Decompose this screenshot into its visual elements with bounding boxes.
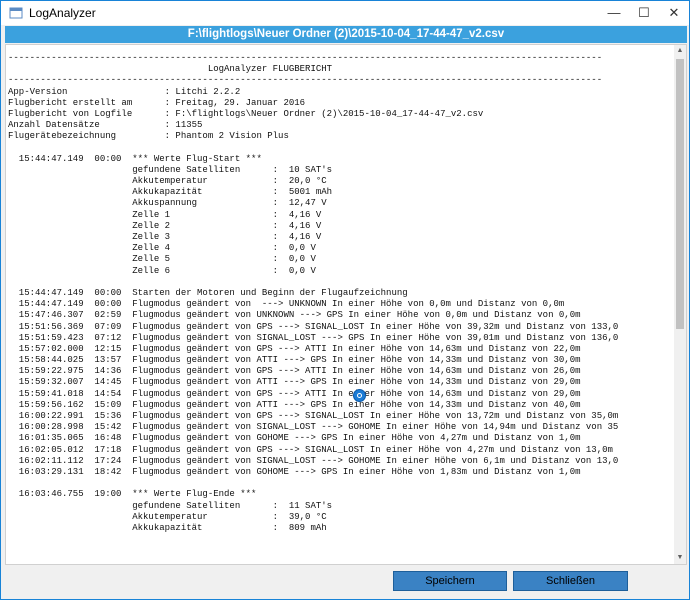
close-window-button[interactable]: ✕ [659, 1, 689, 25]
report-line: 15:44:47.149 00:00 *** Werte Flug-Start … [8, 153, 262, 164]
report-content: ----------------------------------------… [8, 53, 674, 534]
loganalyzer-window: LogAnalyzer — ☐ ✕ F:\flightlogs\Neuer Or… [0, 0, 690, 600]
file-path-header: F:\flightlogs\Neuer Ordner (2)\2015-10-0… [5, 26, 687, 43]
report-line: 15:59:56.162 15:09 Flugmodus geändert vo… [8, 399, 581, 410]
report-line: 16:03:46.755 19:00 *** Werte Flug-Ende *… [8, 489, 257, 500]
report-line: Akkukapazität : 809 mAh [8, 522, 327, 533]
report-line: Zelle 3 : 4,16 V [8, 232, 322, 242]
close-button[interactable]: Schließen [513, 571, 628, 591]
maximize-button[interactable]: ☐ [629, 1, 659, 25]
report-line [8, 277, 674, 288]
report-line: 16:01:35.065 16:48 Flugmodus geändert vo… [8, 433, 581, 444]
report-line: Flugerätebezeichnung : Phantom 2 Vision … [8, 131, 289, 142]
report-line: gefundene Satelliten : 10 SAT's [8, 164, 333, 175]
report-line: Akkuspannung : 12,47 V [8, 198, 327, 209]
report-line: Flugbericht erstellt am : Freitag, 29. J… [8, 97, 306, 108]
report-line [8, 143, 674, 154]
title-bar[interactable]: LogAnalyzer — ☐ ✕ [1, 1, 689, 25]
report-line: 16:02:05.012 17:18 Flugmodus geändert vo… [8, 444, 613, 455]
mouse-cursor-icon [353, 389, 366, 402]
report-line: 15:47:46.307 02:59 Flugmodus geändert vo… [8, 310, 581, 321]
report-line: 15:44:47.149 00:00 Starten der Motoren u… [8, 287, 408, 298]
report-line: Anzahl Datensätze : 11355 [8, 120, 203, 131]
report-line: 15:58:44.025 13:57 Flugmodus geändert vo… [8, 355, 581, 366]
report-line: ----------------------------------------… [8, 75, 603, 86]
report-line: 15:59:41.018 14:54 Flugmodus geändert vo… [8, 388, 581, 399]
report-line: 15:51:59.423 07:12 Flugmodus geändert vo… [8, 332, 619, 343]
scroll-up-arrow-icon[interactable]: ▲ [674, 45, 686, 57]
report-line: ----------------------------------------… [8, 53, 603, 63]
report-line: Akkukapazität : 5001 mAh [8, 187, 333, 198]
report-line: LogAnalyzer FLUGBERICHT [8, 64, 333, 75]
scroll-down-arrow-icon[interactable]: ▼ [674, 552, 686, 564]
report-line: 16:00:22.991 15:36 Flugmodus geändert vo… [8, 411, 619, 421]
report-line: gefundene Satelliten : 11 SAT's [8, 500, 333, 511]
report-line: Zelle 4 : 0,0 V [8, 243, 316, 254]
report-line: 15:59:22.975 14:36 Flugmodus geändert vo… [8, 366, 581, 377]
report-line: App-Version : Litchi 2.2.2 [8, 86, 241, 97]
report-line: 16:03:29.131 18:42 Flugmodus geändert vo… [8, 466, 581, 477]
report-line: 16:02:11.112 17:24 Flugmodus geändert vo… [8, 455, 619, 466]
report-line: Akkutemperatur : 20,0 °C [8, 176, 327, 187]
report-line: Flugbericht von Logfile : F:\flightlogs\… [8, 108, 484, 119]
report-line: 16:00:28.998 15:42 Flugmodus geändert vo… [8, 422, 619, 433]
window-title: LogAnalyzer [29, 6, 96, 20]
vertical-scrollbar[interactable]: ▲ ▼ [674, 45, 686, 564]
report-line: 15:44:47.149 00:00 Flugmodus geändert vo… [8, 299, 565, 310]
report-line: 15:59:32.007 14:45 Flugmodus geändert vo… [8, 377, 581, 388]
minimize-button[interactable]: — [599, 1, 629, 25]
report-line: Zelle 1 : 4,16 V [8, 209, 322, 220]
report-line: Zelle 6 : 0,0 V [8, 265, 316, 276]
save-button[interactable]: Speichern [393, 571, 507, 591]
report-line: Zelle 2 : 4,16 V [8, 220, 322, 231]
report-line: Akkutemperatur : 39,0 °C [8, 511, 327, 522]
app-icon [9, 7, 23, 19]
report-text-area[interactable]: ----------------------------------------… [5, 44, 687, 565]
report-line: 15:51:56.369 07:09 Flugmodus geändert vo… [8, 321, 619, 332]
report-line: Zelle 5 : 0,0 V [8, 254, 316, 265]
scrollbar-thumb[interactable] [676, 59, 684, 329]
report-line [8, 478, 674, 489]
report-line: 15:57:02.000 12:15 Flugmodus geändert vo… [8, 343, 581, 354]
